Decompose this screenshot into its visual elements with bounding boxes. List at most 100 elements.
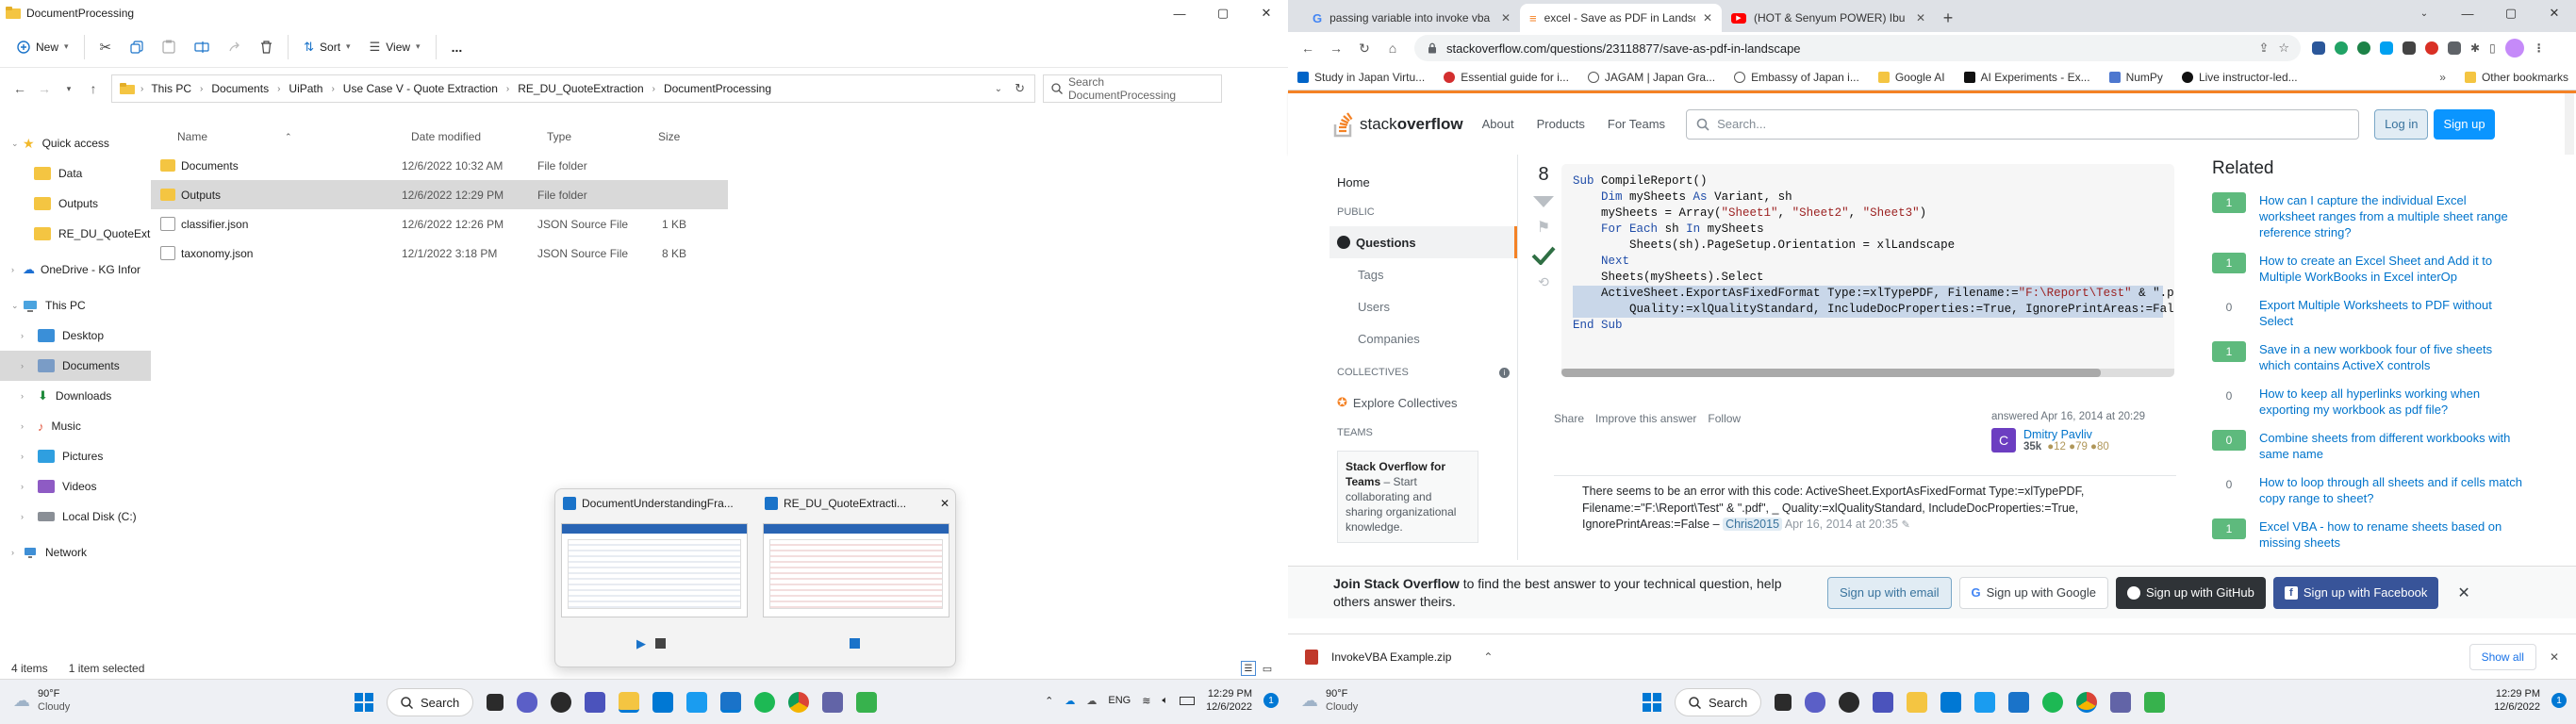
table-row[interactable]: Documents 12/6/2022 10:32 AM File folder xyxy=(151,151,728,180)
pencil-icon[interactable]: ✎ xyxy=(1902,518,1910,535)
close-icon[interactable]: ✕ xyxy=(1501,11,1511,25)
bookmark[interactable]: Other bookmarks xyxy=(2464,71,2568,84)
wifi-icon[interactable]: ≋ xyxy=(1142,695,1150,707)
uipath-icon[interactable] xyxy=(720,692,742,713)
col-name[interactable]: Name xyxy=(151,130,285,143)
file-explorer-icon[interactable] xyxy=(1907,692,1928,713)
notification-badge[interactable]: 1 xyxy=(2551,693,2567,708)
extension-icon[interactable] xyxy=(2425,41,2438,55)
login-button[interactable]: Log in xyxy=(2374,108,2429,140)
cloud-icon[interactable]: ☁ xyxy=(1086,695,1097,707)
maximize-button[interactable]: ▢ xyxy=(1201,0,1245,26)
table-row[interactable]: Outputs 12/6/2022 12:29 PM File folder xyxy=(151,180,728,209)
uipath-assistant-icon[interactable] xyxy=(856,692,878,713)
share-button[interactable] xyxy=(219,32,251,62)
reload-button[interactable]: ↻ xyxy=(1352,36,1377,60)
col-date[interactable]: Date modified xyxy=(396,130,532,143)
extension-icon[interactable] xyxy=(2357,41,2370,55)
nav-pictures[interactable]: › Pictures xyxy=(0,441,151,471)
bookmark[interactable]: Live instructor-led... xyxy=(2181,71,2298,84)
details-view-icon[interactable]: ☰ xyxy=(1241,661,1256,676)
view-button[interactable]: ☰ View ▾ xyxy=(360,32,430,62)
tab-stackoverflow[interactable]: ≡ excel - Save as PDF in Landscape ✕ xyxy=(1520,4,1722,32)
close-button[interactable]: ✕ xyxy=(1245,0,1288,26)
cut-button[interactable]: ✂ xyxy=(91,32,122,62)
tab-search-icon[interactable]: ⌄ xyxy=(2403,0,2446,26)
tiles-view-icon[interactable]: ▭ xyxy=(1260,661,1275,676)
uipath-assistant-icon[interactable] xyxy=(2144,692,2166,713)
paste-button[interactable] xyxy=(153,32,185,62)
refresh-icon[interactable]: ↻ xyxy=(1015,81,1025,96)
mail-icon[interactable] xyxy=(652,692,674,713)
close-icon[interactable]: ✕ xyxy=(1703,11,1712,25)
sort-button[interactable]: ⇅ Sort ▾ xyxy=(294,32,359,62)
nav-explore-collectives[interactable]: ✪ Explore Collectives xyxy=(1329,387,1517,419)
download-file[interactable]: InvokeVBA Example.zip xyxy=(1331,650,1451,664)
clock-time[interactable]: 12:29 PM xyxy=(2494,687,2540,700)
code-scrollbar[interactable] xyxy=(1561,369,2174,377)
extension-icon[interactable] xyxy=(2335,41,2348,55)
related-link[interactable]: Save in a new workbook four of five shee… xyxy=(2259,341,2523,373)
avatar[interactable]: C xyxy=(1991,428,2016,452)
camera-icon[interactable] xyxy=(1839,692,1860,713)
chevron-right-icon[interactable]: › xyxy=(331,84,334,94)
close-icon[interactable]: ✕ xyxy=(2550,650,2559,664)
copy-button[interactable] xyxy=(121,32,153,62)
close-icon[interactable]: ✕ xyxy=(1916,11,1925,25)
related-link[interactable]: How to loop through all sheets and if ce… xyxy=(2259,474,2523,506)
nav-companies[interactable]: Companies xyxy=(1329,322,1517,354)
lang-indicator[interactable]: ENG xyxy=(1108,695,1131,706)
stop-icon[interactable] xyxy=(850,638,860,649)
tab-youtube[interactable]: ▶ (HOT & Senyum POWER) Ibu Bap ✕ xyxy=(1722,4,1935,32)
col-type[interactable]: Type xyxy=(532,130,643,143)
chevron-down-icon[interactable]: ⌄ xyxy=(995,84,1002,94)
nav-outputs[interactable]: Outputs xyxy=(0,189,151,219)
breadcrumb-item[interactable]: Use Case V - Quote Extraction xyxy=(343,82,498,95)
clock-date[interactable]: 12/6/2022 xyxy=(2494,700,2540,714)
star-icon[interactable]: ☆ xyxy=(2278,41,2289,56)
bookmark[interactable]: Study in Japan Virtu... xyxy=(1297,71,1425,84)
new-button[interactable]: New ▾ xyxy=(8,32,78,62)
teams-icon[interactable] xyxy=(2110,692,2132,713)
chevron-up-icon[interactable]: ⌃ xyxy=(1045,695,1053,707)
mail-icon[interactable] xyxy=(1940,692,1962,713)
related-link[interactable]: Export Multiple Worksheets to PDF withou… xyxy=(2259,297,2523,329)
breadcrumb-item[interactable]: RE_DU_QuoteExtraction xyxy=(518,82,643,95)
so-logo[interactable]: stackoverflow xyxy=(1333,106,1463,143)
tab-google[interactable]: G passing variable into invoke vba ✕ xyxy=(1303,4,1520,32)
stop-icon[interactable] xyxy=(655,638,666,649)
thumbnail-2[interactable] xyxy=(763,523,949,617)
bookmark-icon[interactable]: ⚑ xyxy=(1537,218,1550,237)
windows-start-icon[interactable] xyxy=(355,693,373,712)
nav-questions[interactable]: Questions xyxy=(1329,226,1517,258)
share-icon[interactable]: ⇪ xyxy=(2258,41,2269,56)
history-icon[interactable]: ⟲ xyxy=(1538,274,1549,290)
comment-user[interactable]: Chris2015 xyxy=(1723,518,1783,531)
nav-videos[interactable]: › Videos xyxy=(0,471,151,502)
onedrive-icon[interactable]: ☁ xyxy=(1065,695,1075,707)
chevron-right-icon[interactable]: › xyxy=(200,84,203,94)
play-icon[interactable]: ▶ xyxy=(636,636,646,651)
info-icon[interactable]: i xyxy=(1499,367,1510,378)
share-link[interactable]: Share xyxy=(1554,412,1584,425)
nav-home[interactable]: Home xyxy=(1329,166,1517,198)
chrome-icon[interactable] xyxy=(2076,692,2098,713)
signup-email-button[interactable]: Sign up with email xyxy=(1827,576,1952,609)
nav-downloads[interactable]: › ⬇ Downloads xyxy=(0,381,151,411)
nav-users[interactable]: Users xyxy=(1329,290,1517,322)
nav-about[interactable]: About xyxy=(1482,117,1514,131)
chevron-right-icon[interactable]: › xyxy=(652,84,655,94)
close-icon[interactable]: ✕ xyxy=(940,497,949,510)
uipath-icon[interactable] xyxy=(2008,692,2030,713)
extension-icon[interactable] xyxy=(2403,41,2416,55)
nav-desktop[interactable]: › Desktop xyxy=(0,321,151,351)
rename-button[interactable] xyxy=(185,32,219,62)
nav-tags[interactable]: Tags xyxy=(1329,258,1517,290)
task-view-icon[interactable] xyxy=(1775,694,1792,711)
related-link[interactable]: How to keep all hyperlinks working when … xyxy=(2259,386,2523,418)
nav-quick-access[interactable]: ⌄ ★ Quick access xyxy=(0,128,151,158)
back-button[interactable]: ← xyxy=(1296,36,1320,60)
related-link[interactable]: Excel VBA - how to rename sheets based o… xyxy=(2259,518,2523,551)
taskbar-search[interactable]: Search xyxy=(387,688,474,716)
nav-data[interactable]: Data xyxy=(0,158,151,189)
